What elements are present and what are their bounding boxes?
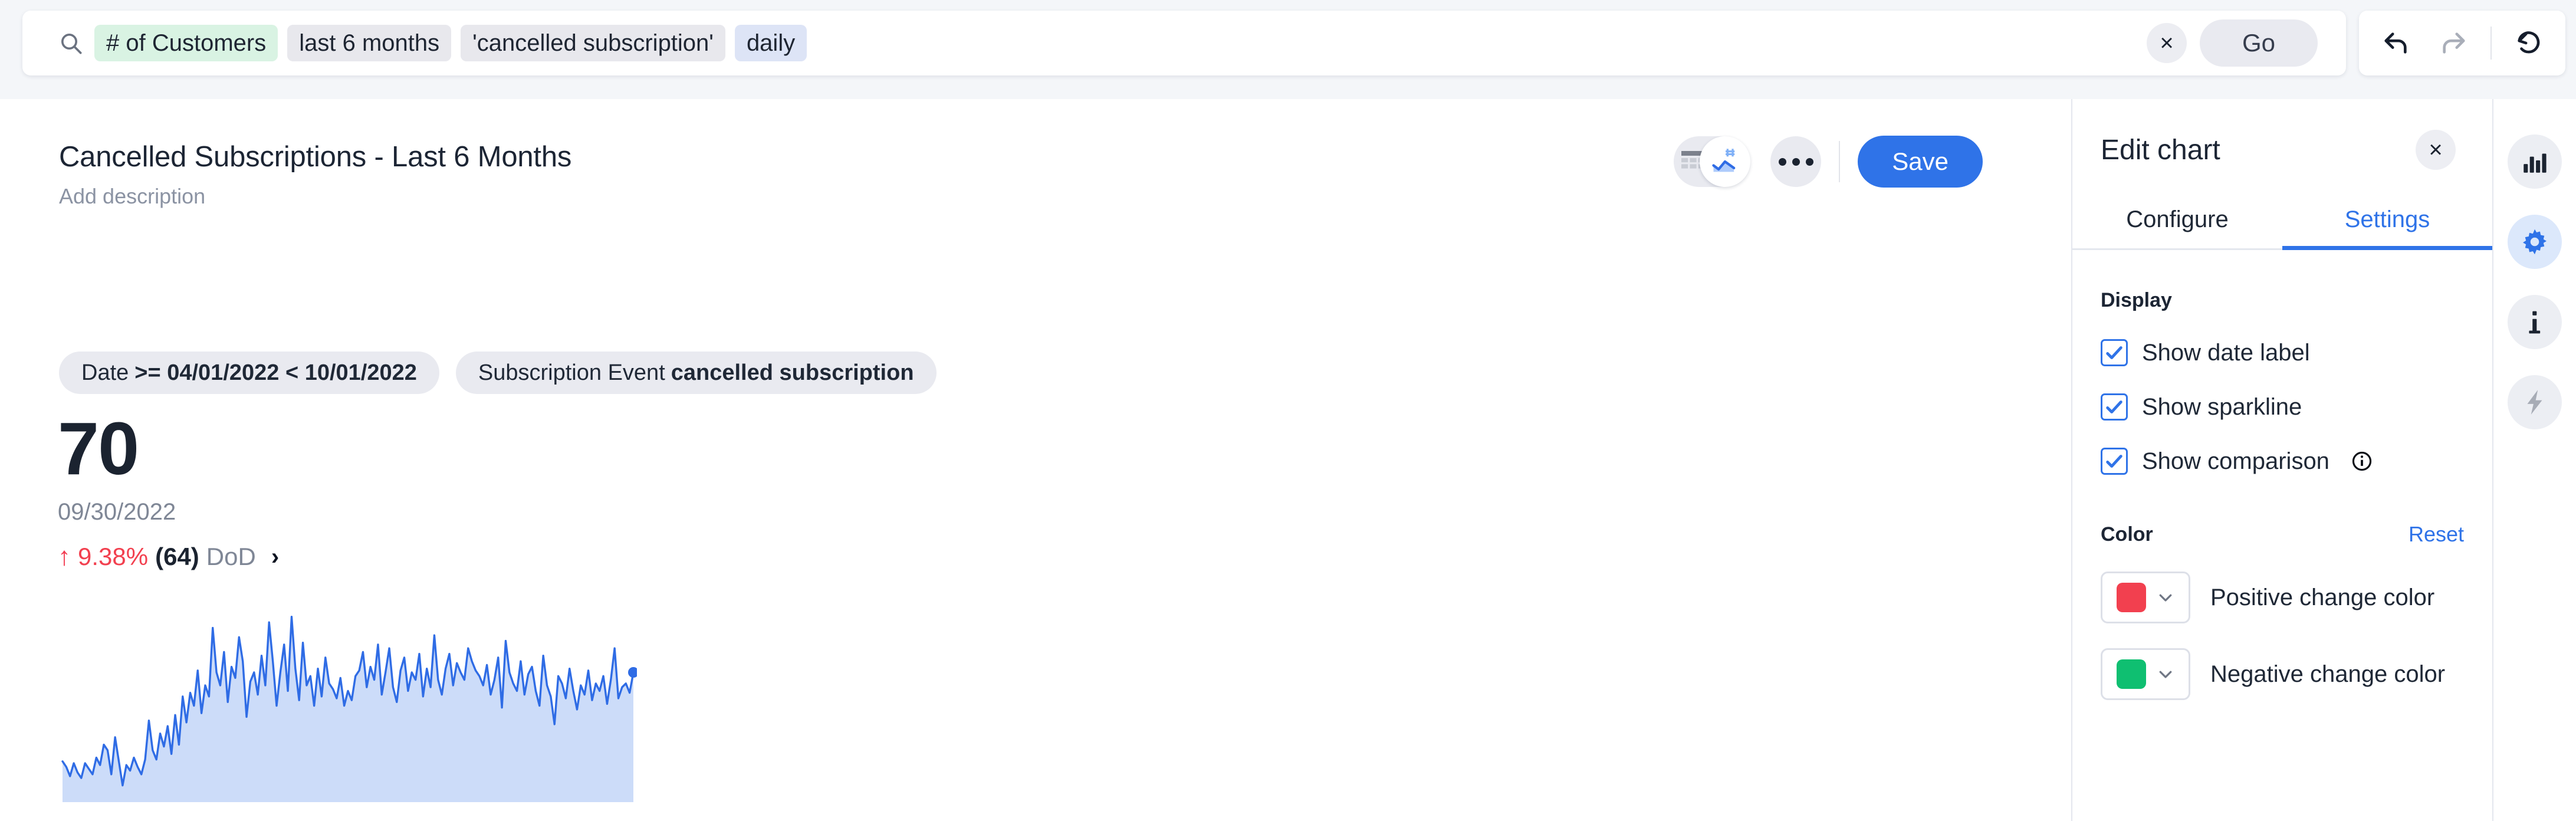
right-icon-rail [2493, 99, 2576, 821]
search-icon [55, 28, 86, 58]
history-toolbar [2359, 11, 2565, 75]
save-button[interactable]: Save [1858, 136, 1983, 188]
panel-header: Edit chart × [2072, 99, 2492, 170]
search-chip-time[interactable]: last 6 months [287, 25, 452, 61]
chart-header: Cancelled Subscriptions - Last 6 Months … [59, 140, 571, 209]
filter-field: Subscription Event [478, 360, 665, 385]
filter-field: Date [81, 360, 129, 385]
color-section-label: Color [2101, 523, 2153, 546]
panel-tabs: Configure Settings [2072, 206, 2492, 250]
tab-configure[interactable]: Configure [2072, 206, 2282, 248]
color-row-positive: Positive change color [2101, 572, 2464, 623]
checkbox-show-date-label[interactable]: Show date label [2101, 339, 2464, 366]
sparkline-area-fill [63, 616, 633, 802]
search-chip-grain[interactable]: daily [734, 25, 807, 61]
display-section-label: Display [2101, 289, 2172, 311]
redo-arrow-icon[interactable] [2433, 22, 2474, 64]
checkbox-show-sparkline[interactable]: Show sparkline [2101, 393, 2464, 421]
action-divider [1839, 141, 1841, 182]
chart-description[interactable]: Add description [59, 184, 571, 209]
color-section: Color Reset Positive change color Negati… [2072, 475, 2492, 700]
negative-color-picker[interactable] [2101, 648, 2190, 700]
kpi-value: 70 [58, 407, 139, 490]
filter-chip-subscription-event[interactable]: Subscription Event cancelled subscriptio… [455, 352, 937, 394]
trend-up-arrow-icon: ↑ [58, 542, 71, 571]
info-icon[interactable] [2508, 295, 2562, 349]
display-section: Display Show date label Show sparkline S… [2072, 250, 2492, 475]
chevron-down-icon [2159, 671, 2172, 678]
info-icon[interactable] [2351, 450, 2373, 472]
search-token-list: # of Customers last 6 months 'cancelled … [94, 25, 2147, 61]
go-button[interactable]: Go [2200, 19, 2318, 67]
color-label: Positive change color [2210, 584, 2435, 610]
kpi-date-label: 09/30/2022 [58, 499, 176, 525]
checkbox-show-comparison[interactable]: Show comparison [2101, 448, 2464, 475]
gear-icon[interactable] [2508, 215, 2562, 269]
checkbox-checked-icon[interactable] [2101, 339, 2128, 366]
tab-settings[interactable]: Settings [2282, 206, 2492, 250]
kpi-block: 70 09/30/2022 ↑ 9.38% (64) DoD › [58, 412, 279, 572]
lightning-bolt-icon[interactable] [2508, 375, 2562, 429]
sparkline-svg [61, 605, 637, 802]
checkbox-checked-icon[interactable] [2101, 448, 2128, 475]
color-row-negative: Negative change color [2101, 648, 2464, 700]
reset-circular-arrow-icon[interactable] [2508, 22, 2549, 64]
filter-chip-row: Date >= 04/01/2022 < 10/01/2022 Subscrip… [59, 352, 937, 394]
checkbox-label: Show comparison [2142, 448, 2329, 474]
filter-value: cancelled subscription [671, 360, 914, 385]
chevron-down-icon [2159, 594, 2172, 602]
color-section-header: Color Reset [2101, 522, 2464, 547]
color-swatch [2117, 659, 2146, 689]
search-chip-measure[interactable]: # of Customers [94, 25, 278, 61]
search-bar[interactable]: # of Customers last 6 months 'cancelled … [22, 11, 2346, 75]
kpi-period-label: DoD [206, 543, 256, 570]
panel-title: Edit chart [2101, 134, 2220, 166]
close-icon[interactable]: × [2416, 130, 2456, 170]
chart-actions: Save [1674, 136, 1983, 188]
color-swatch [2117, 583, 2146, 612]
kpi-absolute-change: (64) [155, 543, 199, 570]
search-chip-filter[interactable]: 'cancelled subscription' [461, 25, 725, 61]
filter-chip-date[interactable]: Date >= 04/01/2022 < 10/01/2022 [59, 352, 439, 394]
checkbox-checked-icon[interactable] [2101, 393, 2128, 421]
toolbar-divider [2490, 27, 2492, 60]
dot [1792, 157, 1800, 166]
more-options-button[interactable] [1770, 136, 1822, 187]
positive-color-picker[interactable] [2101, 572, 2190, 623]
dot [1805, 157, 1813, 166]
reset-colors-link[interactable]: Reset [2409, 522, 2464, 547]
chevron-right-icon[interactable]: › [271, 544, 279, 570]
chart-view-icon[interactable] [1700, 136, 1751, 187]
kpi-percent-change: 9.38% [78, 543, 149, 570]
sparkline-chart[interactable] [61, 605, 637, 802]
page-title[interactable]: Cancelled Subscriptions - Last 6 Months [59, 140, 571, 173]
edit-chart-panel: Edit chart × Configure Settings Display … [2072, 99, 2492, 821]
bar-chart-icon[interactable] [2508, 134, 2562, 189]
checkbox-label: Show date label [2142, 339, 2310, 366]
checkbox-label: Show sparkline [2142, 393, 2302, 420]
top-bar: # of Customers last 6 months 'cancelled … [0, 0, 2576, 91]
undo-arrow-icon[interactable] [2375, 22, 2417, 64]
color-label: Negative change color [2210, 661, 2446, 687]
clear-search-button[interactable]: × [2147, 23, 2187, 63]
view-mode-toggle[interactable] [1674, 136, 1751, 187]
dot [1778, 157, 1786, 166]
filter-value: >= 04/01/2022 < 10/01/2022 [134, 360, 417, 385]
sparkline-end-marker[interactable] [628, 667, 637, 678]
chart-canvas: Cancelled Subscriptions - Last 6 Months … [0, 99, 2071, 821]
kpi-comparison[interactable]: ↑ 9.38% (64) DoD › [58, 542, 279, 572]
